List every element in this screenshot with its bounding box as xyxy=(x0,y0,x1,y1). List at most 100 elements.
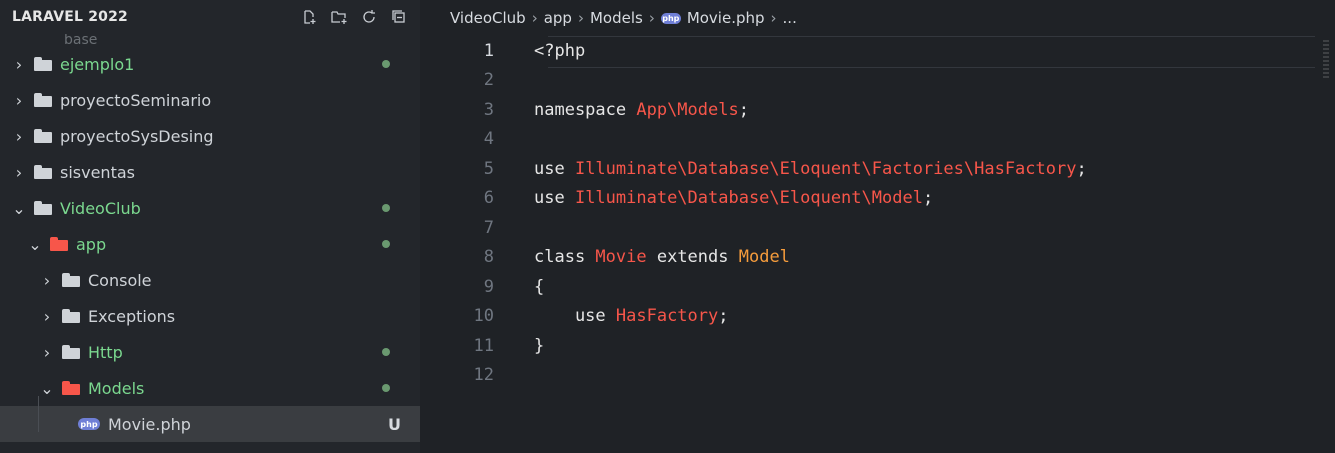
line-number: 5 xyxy=(483,158,494,179)
git-untracked-badge: U xyxy=(388,414,401,434)
git-modified-dot xyxy=(382,60,390,68)
new-file-icon[interactable] xyxy=(300,8,318,26)
code-token: App\Models xyxy=(636,99,739,120)
code-line: 11 } xyxy=(420,331,1335,361)
current-line-highlight xyxy=(548,36,1315,68)
git-modified-dot xyxy=(382,384,390,392)
folder-icon xyxy=(62,309,80,323)
code-line: 2 xyxy=(420,66,1335,96)
folder-icon xyxy=(34,93,52,107)
code-token: ; xyxy=(738,99,749,120)
explorer-actions xyxy=(300,8,408,26)
tree-item-ejemplo1[interactable]: › ejemplo1 xyxy=(0,46,420,82)
tree-item-Exceptions[interactable]: › Exceptions xyxy=(0,298,420,334)
code-editor[interactable]: VideoClub › app › Models › php Movie.php… xyxy=(420,0,1335,453)
tree-item-label: Movie.php xyxy=(108,414,191,434)
file-tree: base › ejemplo1 › proyectoSeminario › pr… xyxy=(0,34,420,442)
code-token: HasFactory xyxy=(615,306,719,327)
tree-item-Http[interactable]: › Http xyxy=(0,334,420,370)
breadcrumb-item-models[interactable]: Models xyxy=(590,9,643,27)
tree-item-label: Exceptions xyxy=(88,306,176,326)
explorer-header: LARAVEL 2022 xyxy=(0,0,420,34)
refresh-icon[interactable] xyxy=(360,8,378,26)
chevron-right-icon: › xyxy=(15,90,23,110)
code-token: use xyxy=(534,188,575,209)
line-number: 2 xyxy=(483,70,494,91)
code-token: { xyxy=(534,276,545,297)
folder-icon xyxy=(34,165,52,179)
chevron-right-icon: › xyxy=(531,9,538,27)
tree-item-label: proyectoSysDesing xyxy=(60,126,214,146)
php-file-icon: php xyxy=(78,418,100,430)
tree-item-base[interactable]: base xyxy=(0,34,420,46)
tree-item-Models[interactable]: ⌄ Models xyxy=(0,370,420,406)
chevron-right-icon: › xyxy=(15,126,23,146)
tree-item-label: sisventas xyxy=(60,162,135,182)
collapse-all-icon[interactable] xyxy=(390,8,408,26)
line-number: 12 xyxy=(473,365,494,386)
new-folder-icon[interactable] xyxy=(330,8,348,26)
chevron-right-icon: › xyxy=(43,306,51,326)
tree-item-sisventas[interactable]: › sisventas xyxy=(0,154,420,190)
code-token: extends xyxy=(646,247,739,268)
chevron-down-icon: ⌄ xyxy=(28,234,42,254)
tree-item-Console[interactable]: › Console xyxy=(0,262,420,298)
folder-icon xyxy=(62,273,80,287)
explorer-sidebar: LARAVEL 2022 base › ejemplo1 › proyectoS… xyxy=(0,0,420,453)
code-area[interactable]: 1 <?php 2 3 namespace App\Models; 4 5 us… xyxy=(420,36,1335,453)
code-line: 5 use Illuminate\Database\Eloquent\Facto… xyxy=(420,154,1335,184)
folder-icon xyxy=(62,345,80,359)
tree-item-proyectoSysDesing[interactable]: › proyectoSysDesing xyxy=(0,118,420,154)
line-number: 9 xyxy=(483,276,494,297)
code-token: Model xyxy=(738,247,790,268)
minimap-scroll-indicator[interactable] xyxy=(1323,40,1329,80)
code-line: 3 namespace App\Models; xyxy=(420,95,1335,125)
tree-item-proyectoSeminario[interactable]: › proyectoSeminario xyxy=(0,82,420,118)
line-number: 7 xyxy=(483,217,494,238)
git-modified-dot xyxy=(382,240,390,248)
breadcrumb: VideoClub › app › Models › php Movie.php… xyxy=(420,0,1335,36)
app-folder-icon xyxy=(50,237,68,251)
models-folder-icon xyxy=(62,381,80,395)
chevron-right-icon: › xyxy=(577,9,584,27)
line-number: 8 xyxy=(483,247,494,268)
tree-item-Movie.php[interactable]: php Movie.php U xyxy=(0,406,420,442)
line-number: 10 xyxy=(473,306,494,327)
chevron-down-icon: ⌄ xyxy=(40,378,54,398)
folder-icon xyxy=(34,129,52,143)
indent-guide xyxy=(38,396,39,432)
code-line: 10 use HasFactory; xyxy=(420,302,1335,332)
breadcrumb-item-videoclub[interactable]: VideoClub xyxy=(450,9,526,27)
tree-item-label: Http xyxy=(88,342,123,362)
tree-item-label: Models xyxy=(88,378,145,398)
line-number: 11 xyxy=(473,335,494,356)
code-line: 7 xyxy=(420,213,1335,243)
chevron-right-icon: › xyxy=(648,9,655,27)
code-token: namespace xyxy=(534,99,637,120)
code-token: use xyxy=(534,158,575,179)
code-token: ; xyxy=(718,306,729,327)
tree-item-app[interactable]: ⌄ app xyxy=(0,226,420,262)
chevron-right-icon: › xyxy=(43,342,51,362)
code-line: 9 { xyxy=(420,272,1335,302)
php-file-icon: php xyxy=(660,12,681,24)
git-modified-dot xyxy=(382,204,390,212)
tree-item-label: proyectoSeminario xyxy=(60,90,212,110)
workspace-title: LARAVEL 2022 xyxy=(12,9,128,25)
code-line: 8 class Movie extends Model xyxy=(420,243,1335,273)
breadcrumb-item-app[interactable]: app xyxy=(544,9,572,27)
chevron-right-icon: › xyxy=(15,54,23,74)
code-token: Illuminate\Database\Eloquent\Factories\H… xyxy=(574,158,1077,179)
folder-icon xyxy=(34,57,52,71)
code-token: Movie xyxy=(595,247,647,268)
tree-item-VideoClub[interactable]: ⌄ VideoClub xyxy=(0,190,420,226)
code-token: } xyxy=(534,335,545,356)
folder-open-icon xyxy=(34,201,52,215)
breadcrumb-item-file[interactable]: Movie.php xyxy=(687,9,765,27)
line-number: 4 xyxy=(483,129,494,150)
tree-truncated: base xyxy=(0,34,420,46)
breadcrumb-item-more[interactable]: ... xyxy=(783,9,797,27)
code-token: ; xyxy=(1076,158,1087,179)
code-token: use xyxy=(534,306,616,327)
chevron-down-icon: ⌄ xyxy=(12,198,26,218)
